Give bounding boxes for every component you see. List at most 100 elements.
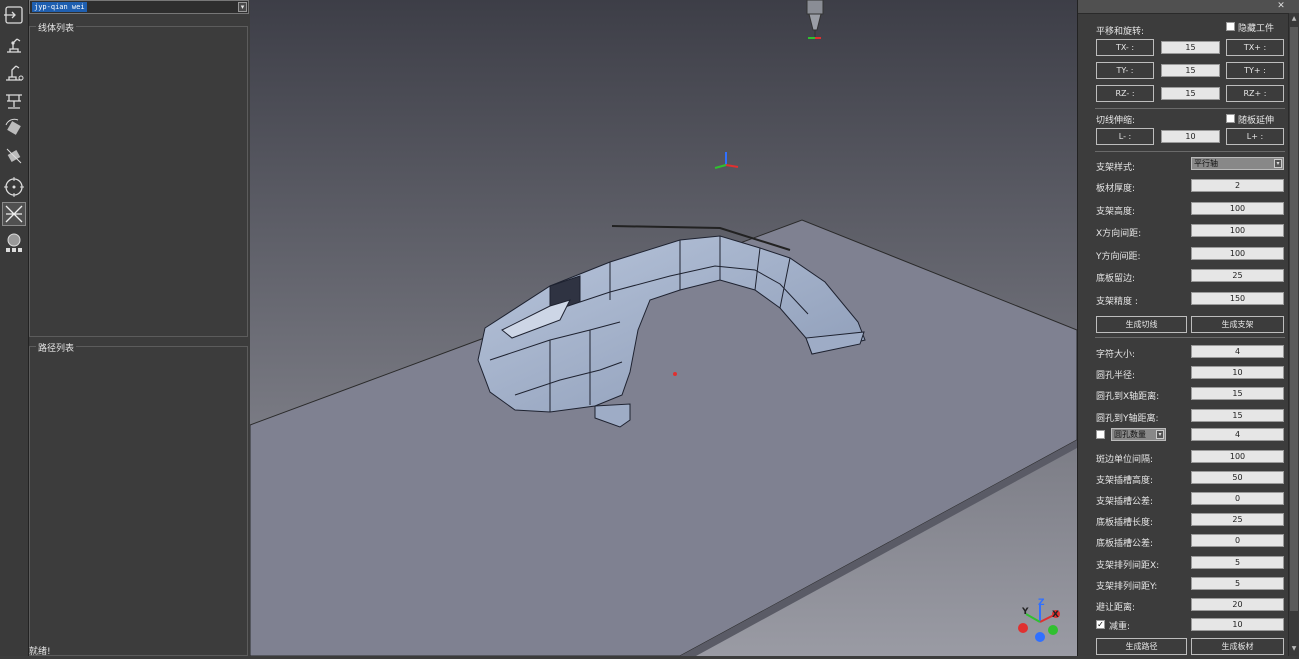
part-rotate-icon[interactable] <box>2 116 26 140</box>
bracket-style-select[interactable]: 平行轴 ▾ <box>1191 157 1284 170</box>
rz-step-field[interactable]: 15 <box>1161 87 1220 100</box>
slot-param-label-2: 支架插槽公差: <box>1096 497 1154 508</box>
divider <box>1095 337 1285 338</box>
slot-param-field-5[interactable]: 5 <box>1191 555 1284 569</box>
rz-plus-button[interactable]: RZ+ : <box>1226 85 1284 102</box>
l-minus-button[interactable]: L- : <box>1096 128 1154 145</box>
rz-minus-button[interactable]: RZ- : <box>1096 85 1154 102</box>
panel-titlebar: ✕ <box>1078 0 1299 14</box>
bracket-param-field-5[interactable]: 150 <box>1191 291 1284 305</box>
scrollbar-thumb[interactable] <box>1290 27 1298 611</box>
chevron-down-icon[interactable]: ▾ <box>1156 430 1164 439</box>
reduce-weight-label: 减重: <box>1109 622 1131 632</box>
scroll-down-icon[interactable]: ▼ <box>1290 644 1298 654</box>
slot-param-field-4[interactable]: 0 <box>1191 534 1284 548</box>
viewport-canvas[interactable]: Z X Y <box>249 0 1078 657</box>
bracket-param-label-1: 支架高度: <box>1096 206 1136 217</box>
bracket-param-field-2[interactable]: 100 <box>1191 224 1284 237</box>
chevron-down-icon[interactable]: ▾ <box>238 2 247 12</box>
hole-count-checkbox[interactable] <box>1096 430 1105 439</box>
slot-param-field-6[interactable]: 5 <box>1191 576 1284 590</box>
robot-arm-icon[interactable] <box>2 32 26 56</box>
generate-bracket-button[interactable]: 生成支架 <box>1191 316 1284 333</box>
3d-viewport[interactable]: Z X Y <box>249 0 1078 657</box>
bracket-param-field-0[interactable]: 2 <box>1191 179 1284 192</box>
left-panel: jyp-qian wei ▾ 线体列表 路径列表 就绪! <box>29 0 250 657</box>
slot-param-field-3[interactable]: 25 <box>1191 513 1284 527</box>
cut-line-icon[interactable] <box>2 202 26 226</box>
tx-plus-button[interactable]: TX+ : <box>1226 39 1284 56</box>
generate-path-button[interactable]: 生成路径 <box>1096 638 1187 655</box>
hide-part-checkbox[interactable] <box>1226 22 1235 31</box>
divider <box>1095 108 1285 109</box>
import-icon[interactable] <box>2 3 26 27</box>
ty-step-field[interactable]: 15 <box>1161 64 1220 77</box>
line-list-group: 线体列表 <box>29 21 248 337</box>
slot-param-label-5: 支架排列间距X: <box>1096 560 1160 571</box>
bracket-param-label-2: X方向间距: <box>1096 229 1142 239</box>
hide-part-label: 隐藏工件 <box>1238 24 1275 34</box>
bracket-style-label: 支架样式: <box>1096 163 1136 173</box>
robot-arm-2-icon[interactable] <box>2 60 26 84</box>
slot-param-label-6: 支架排列间距Y: <box>1096 581 1158 592</box>
combo-value: jyp-qian wei <box>32 2 87 12</box>
slot-param-label-7: 避让距离: <box>1096 602 1136 613</box>
hole-count-field[interactable]: 4 <box>1191 428 1284 441</box>
slot-param-label-0: 斑边单位间隔: <box>1096 455 1154 465</box>
hole-count-select[interactable]: 圆孔数量 ▾ <box>1111 428 1166 441</box>
slot-param-label-1: 支架插槽高度: <box>1096 476 1154 487</box>
hole-param-label-3: 圆孔到Y轴距离: <box>1096 413 1159 424</box>
follow-board-label: 随板延伸 <box>1238 116 1275 126</box>
left-toolbar <box>0 0 29 656</box>
close-icon[interactable]: ✕ <box>1272 1 1290 11</box>
hole-param-field-0[interactable]: 4 <box>1191 345 1284 358</box>
target-icon[interactable] <box>2 175 26 199</box>
slot-param-field-1[interactable]: 50 <box>1191 471 1284 485</box>
slot-param-label-3: 底板插槽长度: <box>1096 518 1154 529</box>
bracket-param-field-1[interactable]: 100 <box>1191 201 1284 215</box>
status-text: 就绪! <box>29 647 51 657</box>
reduce-weight-field[interactable]: 10 <box>1191 618 1284 631</box>
l-plus-button[interactable]: L+ : <box>1226 128 1284 145</box>
hole-count-label: 圆孔数量 <box>1114 430 1146 439</box>
slot-param-field-0[interactable]: 100 <box>1191 450 1284 463</box>
generate-cut-line-button[interactable]: 生成切线 <box>1096 316 1187 333</box>
project-combo[interactable]: jyp-qian wei ▾ <box>29 0 249 14</box>
hole-param-label-2: 圆孔到X轴距离: <box>1096 392 1160 403</box>
bracket-param-label-5: 支架精度 : <box>1096 296 1138 307</box>
hole-param-label-1: 圆孔半径: <box>1096 371 1136 382</box>
fixture-icon[interactable] <box>2 88 26 112</box>
slot-param-field-7[interactable]: 20 <box>1191 597 1284 611</box>
hole-param-label-0: 字符大小: <box>1096 350 1136 360</box>
slot-param-label-4: 底板插槽公差: <box>1096 539 1154 550</box>
panel-scrollbar[interactable]: ▲ ▼ <box>1288 13 1299 656</box>
scroll-up-icon[interactable]: ▲ <box>1290 14 1298 24</box>
move-rotate-title: 平移和旋转: <box>1096 27 1145 37</box>
gizmo-y-label: Y <box>1021 607 1029 617</box>
tx-minus-button[interactable]: TX- : <box>1096 39 1154 56</box>
follow-board-checkbox[interactable] <box>1226 114 1235 123</box>
ty-plus-button[interactable]: TY+ : <box>1226 62 1284 79</box>
hole-param-field-2[interactable]: 15 <box>1191 387 1284 401</box>
hole-param-field-1[interactable]: 10 <box>1191 366 1284 380</box>
ty-minus-button[interactable]: TY- : <box>1096 62 1154 79</box>
part-rotate-2-icon[interactable] <box>2 144 26 168</box>
right-panel: ✕ 平移和旋转: 隐藏工件 TX- : 15 TX+ : TY- : 15 TY… <box>1077 0 1299 656</box>
reduce-weight-checkbox[interactable]: ✓ <box>1096 620 1105 629</box>
slot-param-field-2[interactable]: 0 <box>1191 492 1284 506</box>
divider <box>1095 151 1285 152</box>
bracket-param-field-3[interactable]: 100 <box>1191 246 1284 260</box>
bracket-style-value: 平行轴 <box>1194 159 1218 168</box>
line-list-title: 线体列表 <box>36 21 77 34</box>
tx-step-field[interactable]: 15 <box>1161 41 1220 54</box>
chevron-down-icon[interactable]: ▾ <box>1274 159 1282 168</box>
bracket-param-field-4[interactable]: 25 <box>1191 269 1284 282</box>
generate-board-button[interactable]: 生成板材 <box>1191 638 1284 655</box>
l-step-field[interactable]: 10 <box>1161 130 1220 143</box>
hole-param-field-3[interactable]: 15 <box>1191 408 1284 422</box>
bracket-param-label-4: 底板留边: <box>1096 274 1136 284</box>
gizmo-z-label: Z <box>1038 598 1045 608</box>
gizmo-x-label: X <box>1052 610 1059 620</box>
material-icon[interactable] <box>2 231 26 255</box>
path-list-title: 路径列表 <box>36 341 77 354</box>
